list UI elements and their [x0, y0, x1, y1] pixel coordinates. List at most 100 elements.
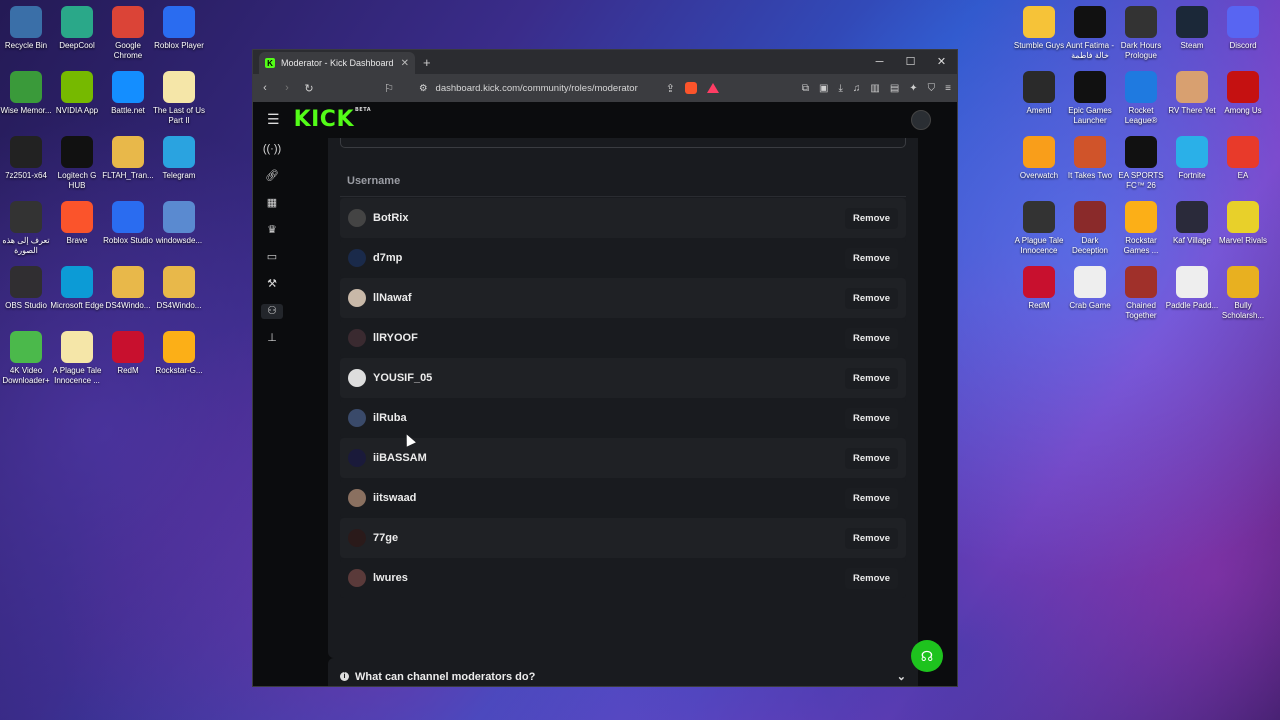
remove-moderator-button[interactable]: Remove: [845, 407, 898, 429]
moderator-username[interactable]: d7mp: [373, 252, 845, 264]
desktop-icon[interactable]: Bully Scholarsh...: [1216, 266, 1270, 321]
search-field-edge[interactable]: [340, 138, 906, 148]
remove-moderator-button[interactable]: Remove: [845, 207, 898, 229]
remove-moderator-button[interactable]: Remove: [845, 327, 898, 349]
desktop-icon[interactable]: Wise Memor...: [0, 71, 53, 116]
remove-moderator-button[interactable]: Remove: [845, 367, 898, 389]
desktop-icon[interactable]: windowsde...: [152, 201, 206, 246]
share-icon[interactable]: ⇪: [666, 82, 675, 95]
desktop-icon[interactable]: Paddle Padd...: [1165, 266, 1219, 311]
desktop-icon[interactable]: Battle.net: [101, 71, 155, 116]
leo-ai-icon[interactable]: ✦: [909, 83, 917, 94]
desktop-icon[interactable]: Epic Games Launcher: [1063, 71, 1117, 126]
vpn-icon[interactable]: ⛉: [928, 83, 936, 94]
desktop-icon[interactable]: 4K Video Downloader+: [0, 331, 53, 386]
desktop-icon[interactable]: Rocket League®: [1114, 71, 1168, 126]
menu-icon[interactable]: ≡: [945, 83, 951, 94]
wallet-icon[interactable]: ▤: [890, 83, 899, 94]
desktop-icon[interactable]: Roblox Player: [152, 6, 206, 51]
moderator-username[interactable]: BotRix: [373, 212, 845, 224]
desktop-icon[interactable]: 7z2501-x64: [0, 136, 53, 181]
desktop-icon[interactable]: Overwatch: [1012, 136, 1066, 181]
chevron-down-icon[interactable]: ⌄: [897, 670, 906, 683]
desktop-icon[interactable]: Aunt Fatima - خالة فاطمة: [1063, 6, 1117, 61]
desktop-icon[interactable]: RV There Yet: [1165, 71, 1219, 116]
new-tab-button[interactable]: +: [423, 55, 431, 70]
kick-logo[interactable]: KICKBETA: [294, 107, 372, 132]
desktop-icon[interactable]: Steam: [1165, 6, 1219, 51]
desktop-icon[interactable]: Chained Together: [1114, 266, 1168, 321]
extensions-icon[interactable]: ⧉: [802, 83, 809, 94]
desktop-icon[interactable]: Microsoft Edge: [50, 266, 104, 311]
faq-accordion[interactable]: i What can channel moderators do? ⌄: [328, 658, 918, 686]
back-icon[interactable]: ‹: [259, 82, 271, 94]
forward-icon[interactable]: ›: [281, 82, 293, 94]
desktop-icon[interactable]: RedM: [101, 331, 155, 376]
hamburger-menu-icon[interactable]: ☰: [267, 111, 280, 128]
desktop-icon[interactable]: Fortnite: [1165, 136, 1219, 181]
desktop-icon[interactable]: FLTAH_Tran...: [101, 136, 155, 181]
moderator-username[interactable]: iitswaad: [373, 492, 845, 504]
remove-moderator-button[interactable]: Remove: [845, 567, 898, 589]
desktop-icon[interactable]: Brave: [50, 201, 104, 246]
desktop-icon[interactable]: OBS Studio: [0, 266, 53, 311]
desktop-icon[interactable]: Dark Hours Prologue: [1114, 6, 1168, 61]
minimize-button[interactable]: ─: [864, 50, 895, 74]
downloads-icon[interactable]: ⤓: [838, 83, 842, 94]
desktop-icon[interactable]: Crab Game: [1063, 266, 1117, 311]
address-bar[interactable]: ⚙ dashboard.kick.com/community/roles/mod…: [419, 83, 638, 94]
help-chat-button[interactable]: ☊: [911, 640, 943, 672]
moderator-username[interactable]: lwures: [373, 572, 845, 584]
desktop-icon[interactable]: Rockstar-G...: [152, 331, 206, 376]
desktop-icon[interactable]: The Last of Us Part II: [152, 71, 206, 126]
desktop-icon[interactable]: A Plague Tale Innocence ...: [50, 331, 104, 386]
desktop-icon[interactable]: Recycle Bin: [0, 6, 53, 51]
moderator-username[interactable]: ilRuba: [373, 412, 845, 424]
reload-icon[interactable]: ↻: [303, 82, 315, 95]
desktop-icon[interactable]: Discord: [1216, 6, 1270, 51]
desktop-icon[interactable]: DS4Windo...: [152, 266, 206, 311]
sidebar-icon[interactable]: ▥: [870, 83, 879, 94]
desktop-icon[interactable]: Telegram: [152, 136, 206, 181]
maximize-button[interactable]: ☐: [895, 50, 926, 74]
remove-moderator-button[interactable]: Remove: [845, 287, 898, 309]
desktop-icon[interactable]: Kaf Village: [1165, 201, 1219, 246]
screenshot-icon[interactable]: ▣: [819, 83, 828, 94]
desktop-icon[interactable]: Roblox Studio: [101, 201, 155, 246]
desktop-icon[interactable]: NVIDIA App: [50, 71, 104, 116]
site-info-icon[interactable]: ⚙: [419, 83, 428, 94]
remove-moderator-button[interactable]: Remove: [845, 447, 898, 469]
remove-moderator-button[interactable]: Remove: [845, 487, 898, 509]
brave-shields-icon[interactable]: [684, 82, 697, 94]
moderator-username[interactable]: llRYOOF: [373, 332, 845, 344]
desktop-icon[interactable]: Among Us: [1216, 71, 1270, 116]
close-window-button[interactable]: ✕: [926, 50, 957, 74]
bookmark-icon[interactable]: ⚐: [383, 82, 395, 95]
desktop-icon[interactable]: RedM: [1012, 266, 1066, 311]
desktop-icon[interactable]: DS4Windo...: [101, 266, 155, 311]
user-avatar[interactable]: [911, 110, 931, 130]
browser-tab-active[interactable]: K Moderator - Kick Dashboard ✕: [259, 52, 415, 74]
desktop-icon[interactable]: Logitech G HUB: [50, 136, 104, 191]
remove-moderator-button[interactable]: Remove: [845, 527, 898, 549]
moderator-username[interactable]: YOUSIF_05: [373, 372, 845, 384]
desktop-icon[interactable]: Amenti: [1012, 71, 1066, 116]
desktop-icon[interactable]: A Plague Tale Innocence: [1012, 201, 1066, 256]
tab-close-icon[interactable]: ✕: [401, 58, 409, 69]
remove-moderator-button[interactable]: Remove: [845, 247, 898, 269]
moderator-username[interactable]: iiBASSAM: [373, 452, 845, 464]
moderator-username[interactable]: llNawaf: [373, 292, 845, 304]
desktop-icon[interactable]: Stumble Guys: [1012, 6, 1066, 51]
moderator-username[interactable]: 77ge: [373, 532, 845, 544]
desktop-icon[interactable]: تعرف إلى هذه الصورة: [0, 201, 53, 256]
brave-rewards-icon[interactable]: [706, 83, 719, 93]
desktop-icon[interactable]: Dark Deception: [1063, 201, 1117, 256]
desktop-icon[interactable]: Marvel Rivals: [1216, 201, 1270, 246]
desktop-icon[interactable]: EA: [1216, 136, 1270, 181]
media-icon[interactable]: ♫: [853, 83, 861, 94]
desktop-icon[interactable]: EA SPORTS FC™ 26: [1114, 136, 1168, 191]
desktop-icon[interactable]: DeepCool: [50, 6, 104, 51]
desktop-icon[interactable]: Google Chrome: [101, 6, 155, 61]
desktop-icon[interactable]: Rockstar Games ...: [1114, 201, 1168, 256]
desktop-icon[interactable]: It Takes Two: [1063, 136, 1117, 181]
